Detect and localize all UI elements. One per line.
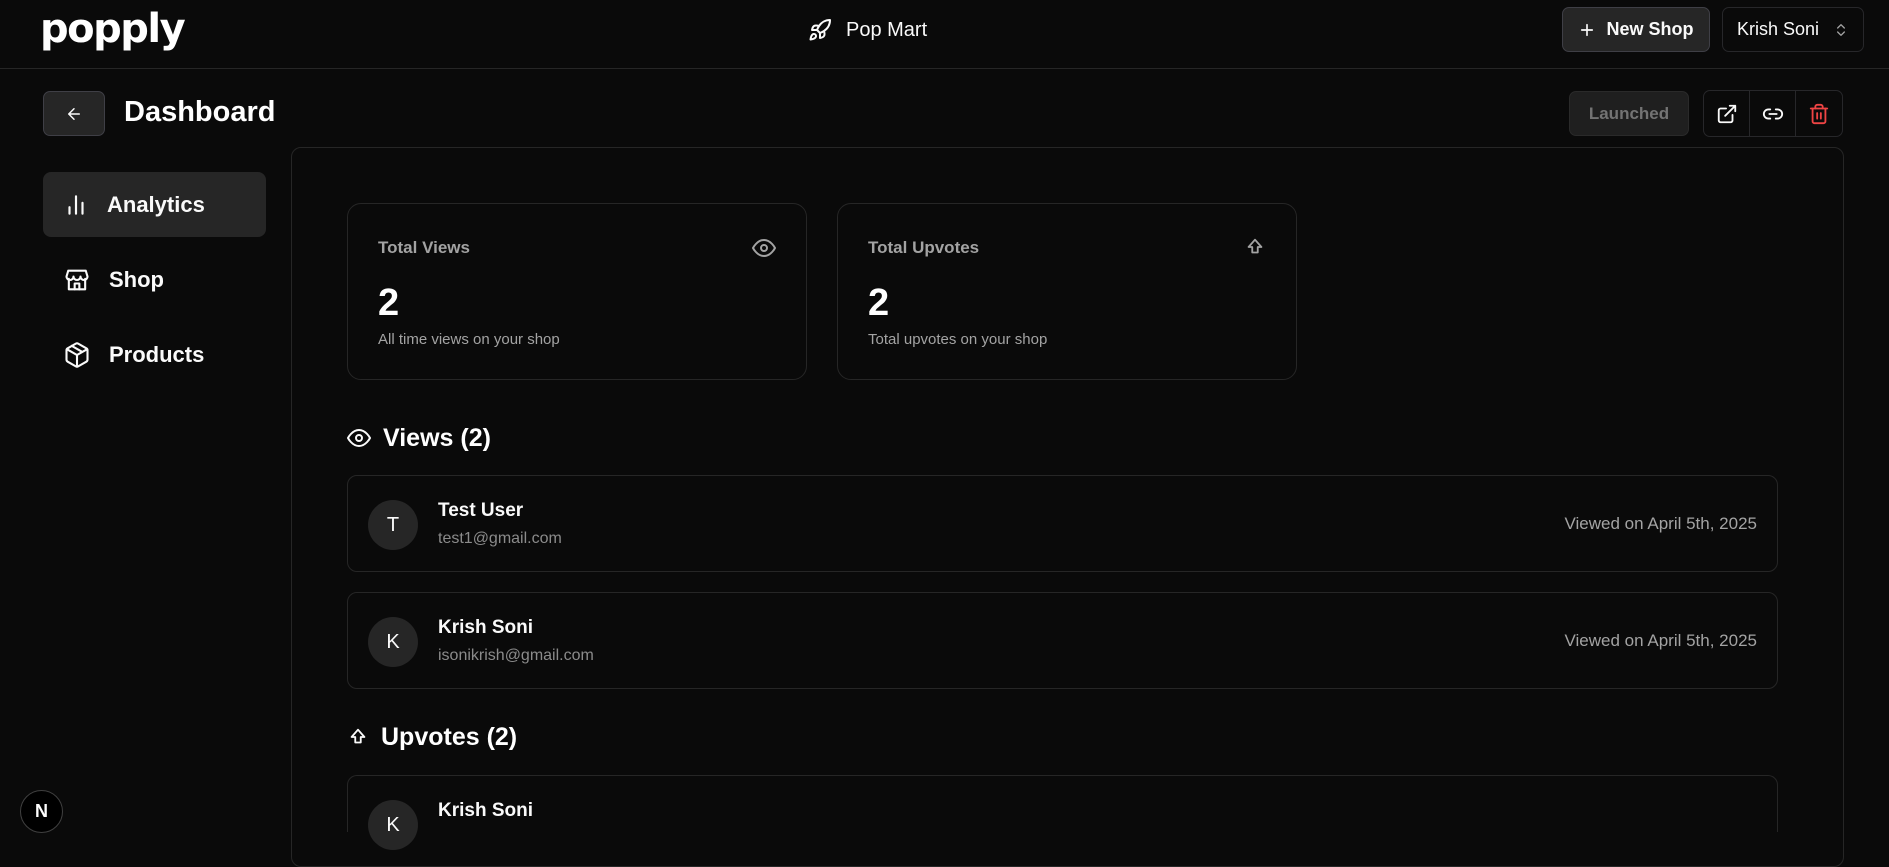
- viewer-name: Test User: [438, 500, 524, 521]
- sidebar-item-label: Analytics: [107, 191, 205, 217]
- delete-shop-button[interactable]: [1796, 91, 1842, 136]
- stat-caption: Total upvotes on your shop: [868, 331, 1048, 348]
- next-dev-badge[interactable]: N: [20, 790, 63, 833]
- trash-icon: [1808, 103, 1830, 125]
- eye-icon: [752, 236, 776, 260]
- top-bar: popply Pop Mart New Shop Krish Soni: [0, 0, 1889, 69]
- viewer-email: isonikrish@gmail.com: [438, 647, 594, 664]
- viewer-email: test1@gmail.com: [438, 530, 562, 547]
- arrow-up-icon: [347, 726, 369, 748]
- link-icon: [1762, 103, 1784, 125]
- stat-caption: All time views on your shop: [378, 331, 560, 348]
- store-icon: [63, 266, 91, 294]
- stat-value: 2: [868, 282, 890, 324]
- page-title: Dashboard: [124, 96, 276, 128]
- current-shop: Pop Mart: [808, 16, 927, 44]
- avatar: T: [368, 500, 418, 550]
- account-select[interactable]: Krish Soni: [1722, 7, 1864, 52]
- account-name: Krish Soni: [1737, 19, 1820, 39]
- new-shop-label: New Shop: [1606, 19, 1694, 39]
- list-item: K Krish Soni isonikrish@gmail.com Viewed…: [347, 592, 1778, 689]
- app-logo[interactable]: popply: [40, 6, 186, 52]
- sidebar-item-shop[interactable]: Shop: [43, 247, 266, 312]
- list-item: T Test User test1@gmail.com Viewed on Ap…: [347, 475, 1778, 572]
- arrow-up-icon: [1244, 236, 1266, 258]
- views-heading: Views (2): [347, 422, 491, 454]
- views-heading-label: Views (2): [383, 423, 491, 452]
- stat-label: Total Upvotes: [868, 238, 980, 257]
- stat-card-upvotes: Total Upvotes 2 Total upvotes on your sh…: [837, 203, 1297, 380]
- viewer-name: Krish Soni: [438, 617, 534, 638]
- arrow-left-icon: [65, 105, 83, 123]
- chevrons-up-down-icon: [1833, 22, 1849, 38]
- stat-value: 2: [378, 282, 400, 324]
- shop-actions: [1703, 90, 1843, 137]
- shop-name: Pop Mart: [846, 18, 928, 41]
- plus-icon: [1578, 21, 1596, 39]
- upvoter-name: Krish Soni: [438, 800, 534, 821]
- avatar: K: [368, 617, 418, 667]
- viewed-date: Viewed on April 5th, 2025: [1564, 631, 1758, 650]
- eye-icon: [347, 426, 371, 450]
- sidebar-item-analytics[interactable]: Analytics: [43, 172, 266, 237]
- external-link-icon: [1716, 103, 1738, 125]
- open-shop-button[interactable]: [1704, 91, 1750, 136]
- avatar: K: [368, 800, 418, 850]
- upvotes-heading-label: Upvotes (2): [381, 722, 518, 751]
- copy-link-button[interactable]: [1750, 91, 1796, 136]
- launched-button[interactable]: Launched: [1569, 91, 1689, 136]
- stat-card-views: Total Views 2 All time views on your sho…: [347, 203, 807, 380]
- package-icon: [63, 341, 91, 369]
- back-button[interactable]: [43, 91, 105, 136]
- viewed-date: Viewed on April 5th, 2025: [1564, 514, 1758, 533]
- sidebar-item-products[interactable]: Products: [43, 322, 266, 387]
- bar-chart-icon: [63, 192, 89, 218]
- sidebar-item-label: Shop: [109, 266, 164, 292]
- upvotes-heading: Upvotes (2): [347, 721, 517, 753]
- new-shop-button[interactable]: New Shop: [1562, 7, 1710, 52]
- stat-label: Total Views: [378, 238, 470, 257]
- list-item: K Krish Soni: [347, 775, 1778, 850]
- rocket-icon: [808, 18, 832, 42]
- sidebar-item-label: Products: [109, 341, 205, 367]
